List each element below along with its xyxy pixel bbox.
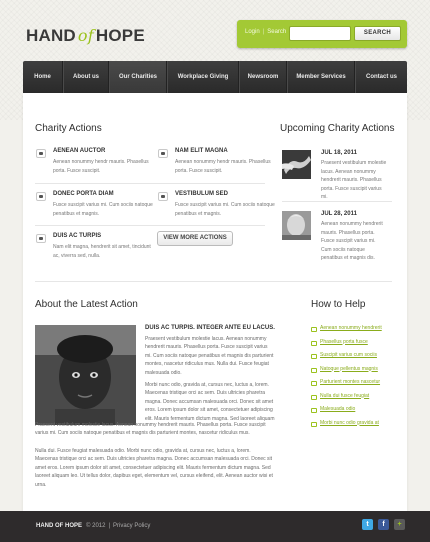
- upcoming-actions-heading: Upcoming Charity Actions: [280, 123, 395, 134]
- how-to-help-list: Aenean nonummy hendrerit Phasellus porta…: [311, 322, 391, 430]
- about-paragraph-3: Nulla dui. Fusce feugiat malesuada odio.…: [35, 448, 273, 488]
- action-description: Nam elit magna, hendrerit sit amet, tinc…: [53, 244, 151, 259]
- action-title[interactable]: DONEC PORTA DIAM: [53, 191, 114, 197]
- action-title[interactable]: DUIS AC TURPIS: [53, 233, 101, 239]
- action-title[interactable]: VESTIBULUM SED: [175, 191, 228, 197]
- how-to-help-heading: How to Help: [311, 299, 366, 310]
- section-divider: [35, 281, 392, 282]
- shield-icon: [158, 192, 168, 201]
- about-paragraph-2: Morbi nunc odio, gravida at, cursus nec,…: [145, 382, 275, 422]
- help-link[interactable]: Natoque pellentus magnis: [311, 363, 391, 377]
- main-navigation: Home About us Our Charities Workplace Gi…: [23, 61, 407, 93]
- footer-brand: HAND OF HOPE: [36, 523, 83, 529]
- event-text: Praesent vestibulum molestie lacus. Aene…: [321, 160, 387, 200]
- action-description: Fusce suscipit varius mi. Cum sociis nat…: [53, 202, 153, 217]
- divider: [35, 183, 265, 184]
- nav-item-our-charities[interactable]: Our Charities: [109, 61, 167, 93]
- logo-word-of: of: [77, 26, 94, 45]
- shield-icon: [36, 149, 46, 158]
- privacy-policy-link[interactable]: Privacy Policy: [113, 523, 150, 529]
- help-link[interactable]: Malesuada odio: [311, 403, 391, 417]
- footer-copyright: © 2012: [86, 523, 106, 529]
- footer-text: HAND OF HOPE © 2012 | Privacy Policy: [36, 523, 153, 529]
- site-logo[interactable]: HAND of HOPE: [26, 26, 145, 46]
- about-photo-child: [35, 325, 136, 425]
- help-link[interactable]: Morbi nunc odio gravida at: [311, 417, 391, 431]
- search-input[interactable]: [289, 26, 351, 41]
- nav-item-contact-us[interactable]: Contact us: [355, 61, 407, 93]
- nav-item-newsroom[interactable]: Newsroom: [239, 61, 287, 93]
- action-description: Fusce suscipit varius mi. Cum sociis nat…: [175, 202, 275, 217]
- event-photo-elderly-woman[interactable]: [282, 211, 311, 240]
- action-title[interactable]: AENEAN AUCTOR: [53, 148, 105, 154]
- help-link[interactable]: Nulla dui fusce feugiat: [311, 390, 391, 404]
- about-article-title: DUIS AC TURPIS. INTEGER ANTE EU LACUS.: [145, 325, 275, 331]
- about-latest-action-heading: About the Latest Action: [35, 299, 138, 310]
- nav-item-home[interactable]: Home: [23, 61, 63, 93]
- divider: [35, 225, 265, 226]
- search-panel: Login | Search SEARCH: [237, 20, 407, 48]
- action-title[interactable]: NAM ELIT MAGNA: [175, 148, 228, 154]
- search-link[interactable]: Search: [267, 29, 286, 35]
- footer-separator: |: [108, 523, 111, 529]
- action-description: Aenean nonummy hendr mauris. Phasellus p…: [53, 159, 149, 174]
- login-link[interactable]: Login: [245, 29, 260, 35]
- facebook-icon[interactable]: f: [378, 519, 389, 530]
- plus-icon[interactable]: +: [394, 519, 405, 530]
- shield-icon: [36, 192, 46, 201]
- event-date: JUL 18, 2011: [321, 150, 357, 156]
- help-link[interactable]: Aenean nonummy hendrerit: [311, 322, 391, 336]
- nav-item-member-services[interactable]: Member Services: [287, 61, 355, 93]
- header-links: Login | Search: [245, 29, 286, 35]
- event-date: JUL 28, 2011: [321, 211, 357, 217]
- event-text: Aenean nonummy hendrerit mauris. Phasell…: [321, 221, 383, 261]
- shield-icon: [158, 149, 168, 158]
- twitter-icon[interactable]: t: [362, 519, 373, 530]
- search-button[interactable]: SEARCH: [354, 26, 401, 41]
- nav-item-about-us[interactable]: About us: [63, 61, 109, 93]
- logo-word-hand: HAND: [26, 26, 76, 45]
- help-link[interactable]: Phasellus porta fusce: [311, 336, 391, 350]
- help-link[interactable]: Parturient montes nascetur: [311, 376, 391, 390]
- divider: [282, 201, 392, 202]
- action-description: Aenean nonummy hendr mauris. Phasellus p…: [175, 159, 271, 174]
- event-photo-hands[interactable]: [282, 150, 311, 179]
- about-paragraph-2-continued: Praesent vestibulum molestie lacus. Aene…: [35, 422, 266, 437]
- logo-word-hope: HOPE: [95, 26, 145, 45]
- view-more-actions-button[interactable]: VIEW MORE ACTIONS: [157, 231, 233, 246]
- help-link[interactable]: Suscipit varius cum sociis: [311, 349, 391, 363]
- about-paragraph-1: Praesent vestibulum molestie lacus. Aene…: [145, 336, 274, 376]
- link-separator: |: [262, 29, 265, 35]
- nav-item-workplace-giving[interactable]: Workplace Giving: [167, 61, 239, 93]
- charity-actions-heading: Charity Actions: [35, 123, 102, 134]
- shield-icon: [36, 234, 46, 243]
